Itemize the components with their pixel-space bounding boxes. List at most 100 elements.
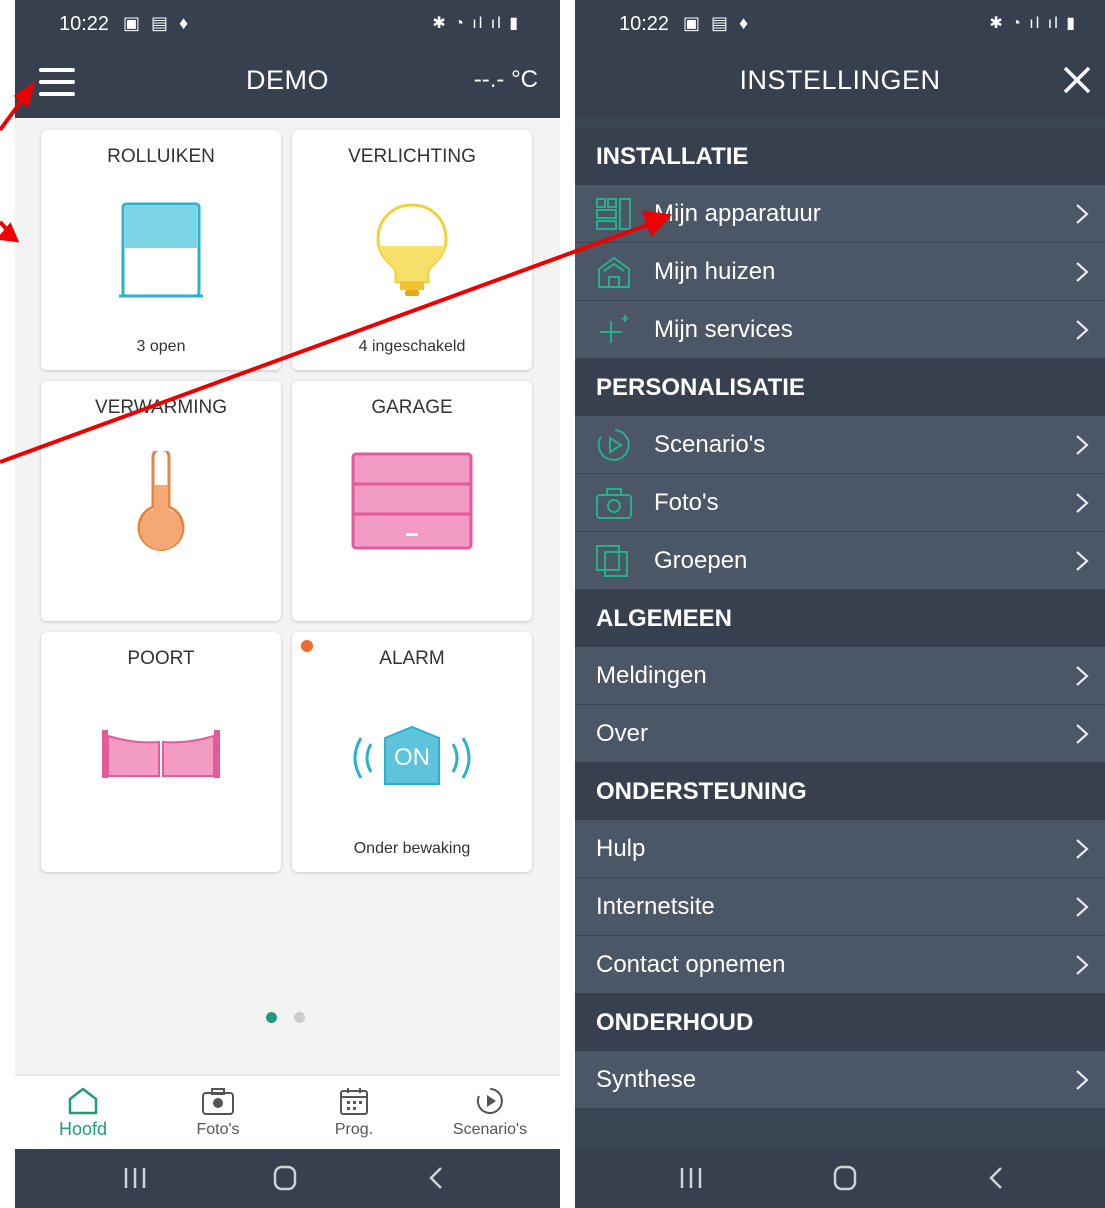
app-bar: DEMO --.- °C (15, 50, 560, 118)
menu-item-label: Contact opnemen (596, 951, 786, 978)
arrow-stub-head (0, 222, 20, 243)
menu-item-mijn-huizen[interactable]: Mijn huizen (575, 243, 1105, 301)
section-header-onderhoud: ONDERHOUD (575, 994, 1105, 1051)
close-icon[interactable] (1059, 62, 1095, 98)
page-dot-active[interactable] (266, 1012, 277, 1023)
menu-item-label: Mijn huizen (654, 258, 776, 285)
app-bar: INSTELLINGEN (575, 50, 1105, 118)
tile-title: VERWARMING (95, 397, 227, 418)
status-icons: ▣ ▤ ♦ (683, 13, 752, 33)
tile-status: Onder bewaking (353, 840, 471, 857)
recent-apps-icon[interactable] (671, 1163, 711, 1193)
chevron-right-icon (1076, 551, 1089, 571)
chevron-right-icon (1076, 666, 1089, 686)
tile-rolluiken[interactable]: ROLLUIKEN 3 open (41, 130, 281, 370)
menu-item-contact-opnemen[interactable]: Contact opnemen (575, 936, 1105, 994)
tile-status: 4 ingeschakeld (358, 338, 466, 355)
tile-alarm[interactable]: ALARM ON Onder bewaking (292, 632, 532, 872)
tile-title: VERLICHTING (348, 146, 476, 167)
chevron-right-icon (1076, 897, 1089, 917)
system-navigation-bar (15, 1149, 560, 1208)
camera-icon (596, 488, 632, 519)
back-icon[interactable] (977, 1163, 1017, 1193)
section-header-ondersteuning: ONDERSTEUNING (575, 763, 1105, 820)
menu-item-synthese[interactable]: Synthese (575, 1051, 1105, 1109)
bulb-icon (376, 203, 448, 296)
tile-title: ROLLUIKEN (107, 146, 215, 167)
nav-hoofd[interactable]: Hoofd (23, 1076, 143, 1150)
menu-item-groepen[interactable]: Groepen (575, 532, 1105, 590)
menu-item-label: Over (596, 720, 649, 747)
tile-verwarming[interactable]: VERWARMING (41, 381, 281, 621)
shutter-icon (119, 202, 203, 298)
menu-item-meldingen[interactable]: Meldingen (575, 647, 1105, 705)
home-icon (68, 1087, 98, 1115)
menu-item-over[interactable]: Over (575, 705, 1105, 763)
menu-item-hulp[interactable]: Hulp (575, 820, 1105, 878)
settings-menu: INSTALLATIE Mijn apparatuur Mijn huizen … (575, 128, 1105, 1109)
menu-item-label: Synthese (596, 1066, 697, 1093)
system-navigation-bar (575, 1149, 1105, 1208)
nav-label: Scenario's (452, 1121, 528, 1138)
status-icons: ▣ ▤ ♦ (123, 13, 192, 33)
home-system-icon[interactable] (265, 1163, 305, 1193)
status-bar: 10:22 ▣ ▤ ♦ ✱ ◔ ıl ıl ▮ (15, 0, 560, 50)
chevron-right-icon (1076, 493, 1089, 513)
tile-title: POORT (127, 648, 195, 669)
status-time: 10:22 (59, 13, 110, 35)
groups-icon (596, 545, 628, 577)
menu-item-label: Scenario's (654, 431, 766, 458)
house-icon (598, 256, 630, 288)
nav-label: Prog. (334, 1121, 374, 1138)
menu-item-internetsite[interactable]: Internetsite (575, 878, 1105, 936)
nav-label: Foto's (196, 1121, 240, 1138)
nav-label: Hoofd (58, 1119, 108, 1139)
status-bar: 10:22 ▣ ▤ ♦ ✱ ◔ ıl ıl ▮ (575, 0, 1105, 50)
chevron-right-icon (1076, 839, 1089, 859)
calendar-icon (340, 1088, 368, 1115)
recent-apps-icon[interactable] (115, 1163, 155, 1193)
alarm-state-label: ON (394, 744, 430, 771)
gate-icon (102, 730, 220, 778)
section-header-algemeen: ALGEMEEN (575, 590, 1105, 647)
devices-icon (596, 198, 631, 230)
settings-screen: 10:22 ▣ ▤ ♦ ✱ ◔ ıl ıl ▮ INSTELLINGEN INS… (575, 0, 1105, 1208)
menu-item-fotos[interactable]: Foto's (575, 474, 1105, 532)
menu-item-label: Mijn services (654, 316, 793, 343)
tile-status: 3 open (136, 338, 186, 355)
nav-fotos[interactable]: Foto's (158, 1076, 278, 1150)
status-system-icons: ✱ ◔ ıl ıl ▮ (989, 15, 1077, 32)
menu-item-scenarios[interactable]: Scenario's (575, 416, 1105, 474)
tile-title: ALARM (379, 648, 445, 669)
chevron-right-icon (1076, 1070, 1089, 1090)
chevron-right-icon (1076, 955, 1089, 975)
menu-item-label: Internetsite (596, 893, 715, 920)
page-dot[interactable] (294, 1012, 305, 1023)
menu-item-label: Foto's (654, 489, 719, 516)
status-time: 10:22 (619, 13, 670, 35)
menu-item-label: Mijn apparatuur (654, 200, 821, 227)
tile-poort[interactable]: POORT (41, 632, 281, 872)
status-system-icons: ✱ ◔ ıl ıl ▮ (432, 15, 520, 32)
tile-title: GARAGE (371, 397, 453, 418)
menu-item-mijn-services[interactable]: Mijn services (575, 301, 1105, 359)
menu-item-label: Meldingen (596, 662, 707, 689)
back-icon[interactable] (417, 1163, 457, 1193)
nav-scenarios[interactable]: Scenario's (430, 1076, 550, 1150)
camera-icon (202, 1088, 234, 1115)
page-title: INSTELLINGEN (739, 65, 941, 95)
chevron-right-icon (1076, 320, 1089, 340)
menu-item-label: Groepen (654, 547, 748, 574)
tile-verlichting[interactable]: VERLICHTING 4 ingeschakeld (292, 130, 532, 370)
menu-item-mijn-apparatuur[interactable]: Mijn apparatuur (575, 185, 1105, 243)
menu-item-label: Hulp (596, 835, 646, 862)
garage-door-icon (351, 452, 473, 550)
tile-garage[interactable]: GARAGE (292, 381, 532, 621)
plus-icon (600, 315, 629, 343)
home-system-icon[interactable] (825, 1163, 865, 1193)
nav-prog[interactable]: Prog. (294, 1076, 414, 1150)
chevron-right-icon (1076, 435, 1089, 455)
section-header-installatie: INSTALLATIE (575, 128, 1105, 185)
thermometer-icon (137, 451, 185, 551)
section-header-personalisatie: PERSONALISATIE (575, 359, 1105, 416)
